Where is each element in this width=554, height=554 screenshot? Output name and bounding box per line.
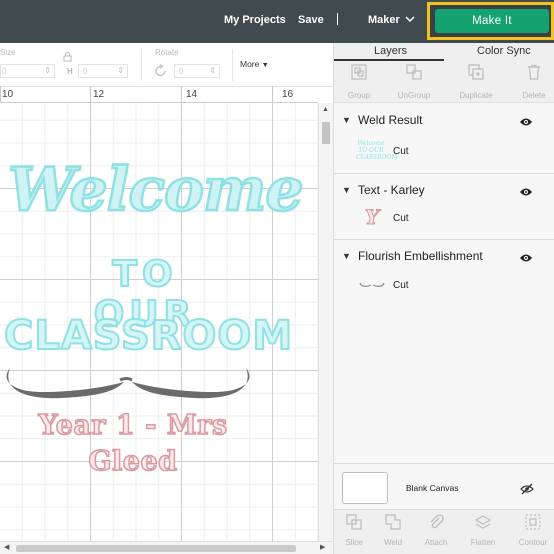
duplicate-label: Duplicate: [459, 91, 493, 100]
ruler-tick: [181, 86, 182, 102]
operation-label: Cut: [393, 146, 409, 157]
year-name-text[interactable]: Year 1 - Mrs Gleed: [2, 408, 264, 480]
horizontal-ruler: 10 12 14 16: [0, 86, 318, 103]
topbar-divider: [337, 13, 338, 25]
flourish-embellishment[interactable]: [2, 362, 254, 404]
horizontal-scroll-thumb[interactable]: [16, 545, 296, 552]
toolbar-divider: [232, 49, 233, 81]
rotate-icon: [155, 64, 166, 77]
edit-toolbar: Size ⇕ 0 H ⇕ 0 Rotate ⇕ 0: [0, 43, 333, 87]
toolbar-divider: [141, 49, 142, 81]
ruler-mark: 16: [282, 89, 294, 100]
group-button[interactable]: Group: [334, 64, 384, 100]
height-value: 0: [83, 67, 88, 76]
contour-button[interactable]: Contour: [513, 514, 553, 547]
layer-name: Flourish Embellishment: [358, 249, 483, 263]
layer-group-weld-result[interactable]: ▼ Weld Result Welcome TO OUR CLASSROOM C…: [334, 104, 554, 174]
contour-icon: [525, 514, 541, 530]
ungroup-label: UnGroup: [397, 91, 431, 100]
blank-canvas-row[interactable]: Blank Canvas: [334, 463, 554, 509]
ruler-mark: 10: [2, 89, 14, 100]
blank-canvas-label: Blank Canvas: [406, 483, 459, 493]
duplicate-button[interactable]: Duplicate: [451, 64, 501, 100]
paperclip-icon: [430, 514, 444, 529]
ungroup-button[interactable]: UnGroup: [389, 64, 439, 100]
layer-thumbnail: Y: [364, 205, 380, 230]
layer-thumbnail: Welcome TO OUR CLASSROOM: [356, 140, 398, 161]
ruler-tick: [90, 86, 91, 102]
duplicate-icon: [468, 64, 484, 80]
eye-icon[interactable]: [519, 187, 533, 197]
collapse-triangle-icon[interactable]: ▼: [342, 251, 351, 261]
contour-label: Contour: [518, 538, 548, 547]
width-field[interactable]: ⇕: [0, 64, 55, 78]
layer-tools: Group UnGroup Duplicate Delete: [334, 61, 554, 103]
classroom-text[interactable]: CLASSROOM: [3, 312, 293, 360]
height-label: H: [67, 67, 73, 76]
welcome-text[interactable]: Welcome: [7, 150, 305, 230]
make-it-button[interactable]: Make It: [435, 9, 549, 33]
layer-thumbnail: [359, 282, 385, 287]
layer-group-flourish[interactable]: ▼ Flourish Embellishment Cut: [334, 240, 554, 310]
layers-panel: Layers Color Sync Group UnGroup Duplicat…: [333, 43, 554, 554]
eye-off-icon[interactable]: [520, 483, 534, 495]
ruler-mark: 14: [186, 89, 198, 100]
slice-label: Slice: [345, 538, 363, 547]
slice-icon: [346, 514, 362, 530]
save-link[interactable]: Save: [298, 14, 324, 26]
vertical-scroll-thumb[interactable]: [322, 122, 330, 144]
tab-layers[interactable]: Layers: [374, 45, 407, 57]
layer-name: Text - Karley: [358, 183, 425, 197]
more-menu-button[interactable]: More ▼: [240, 59, 269, 69]
slice-button[interactable]: Slice: [334, 514, 374, 547]
layer-actions-bar: Slice Weld Attach Flatten Contour: [334, 509, 554, 554]
horizontal-scrollbar[interactable]: ◀ ▶: [0, 541, 333, 554]
eye-icon[interactable]: [519, 117, 533, 127]
my-projects-link[interactable]: My Projects: [224, 14, 286, 26]
panel-tabs: Layers Color Sync: [334, 43, 554, 61]
delete-button[interactable]: Delete: [509, 64, 554, 100]
make-it-highlight: Make It: [427, 2, 554, 40]
ruler-mark: 12: [93, 89, 105, 100]
ungroup-icon: [406, 64, 422, 80]
attach-button[interactable]: Attach: [416, 514, 456, 547]
flatten-icon: [475, 515, 491, 529]
rotate-value: 0: [179, 67, 184, 76]
eye-icon[interactable]: [519, 253, 533, 263]
scroll-left-icon[interactable]: ◀: [4, 543, 9, 551]
layer-group-text-karley[interactable]: ▼ Text - Karley Y Cut: [334, 174, 554, 240]
operation-label: Cut: [393, 213, 409, 224]
ruler-tick: [0, 86, 1, 102]
weld-button[interactable]: Weld: [373, 514, 413, 547]
operation-label: Cut: [393, 280, 409, 291]
group-icon: [351, 64, 367, 80]
collapse-triangle-icon[interactable]: ▼: [342, 185, 351, 195]
ruler-tick: [272, 86, 273, 102]
trash-icon: [528, 64, 540, 80]
machine-selector[interactable]: Maker: [368, 14, 400, 26]
width-value: 0: [2, 67, 7, 76]
lock-icon[interactable]: [63, 52, 72, 62]
weld-label: Weld: [383, 538, 403, 547]
delete-label: Delete: [522, 91, 546, 100]
top-bar: My Projects Save Maker Make It: [0, 0, 554, 43]
attach-label: Attach: [424, 538, 448, 547]
flatten-button[interactable]: Flatten: [463, 514, 503, 547]
more-label: More: [240, 59, 260, 69]
canvas-color-swatch[interactable]: [342, 472, 388, 504]
size-label: Size: [0, 48, 16, 57]
rotate-label: Rotate: [155, 48, 179, 57]
scroll-right-icon[interactable]: ▶: [320, 543, 325, 551]
caret-down-icon: ▼: [261, 62, 269, 69]
flatten-label: Flatten: [470, 538, 496, 547]
tab-color-sync[interactable]: Color Sync: [477, 45, 531, 57]
collapse-triangle-icon[interactable]: ▼: [342, 115, 351, 125]
group-label: Group: [347, 91, 371, 100]
scroll-up-icon[interactable]: ▲: [322, 106, 329, 113]
layer-name: Weld Result: [358, 113, 423, 127]
design-space: { "topbar": { "my_projects": "My Project…: [0, 0, 554, 554]
weld-icon: [385, 514, 401, 530]
chevron-down-icon[interactable]: [405, 16, 415, 23]
vertical-scrollbar[interactable]: ▲: [318, 103, 333, 541]
